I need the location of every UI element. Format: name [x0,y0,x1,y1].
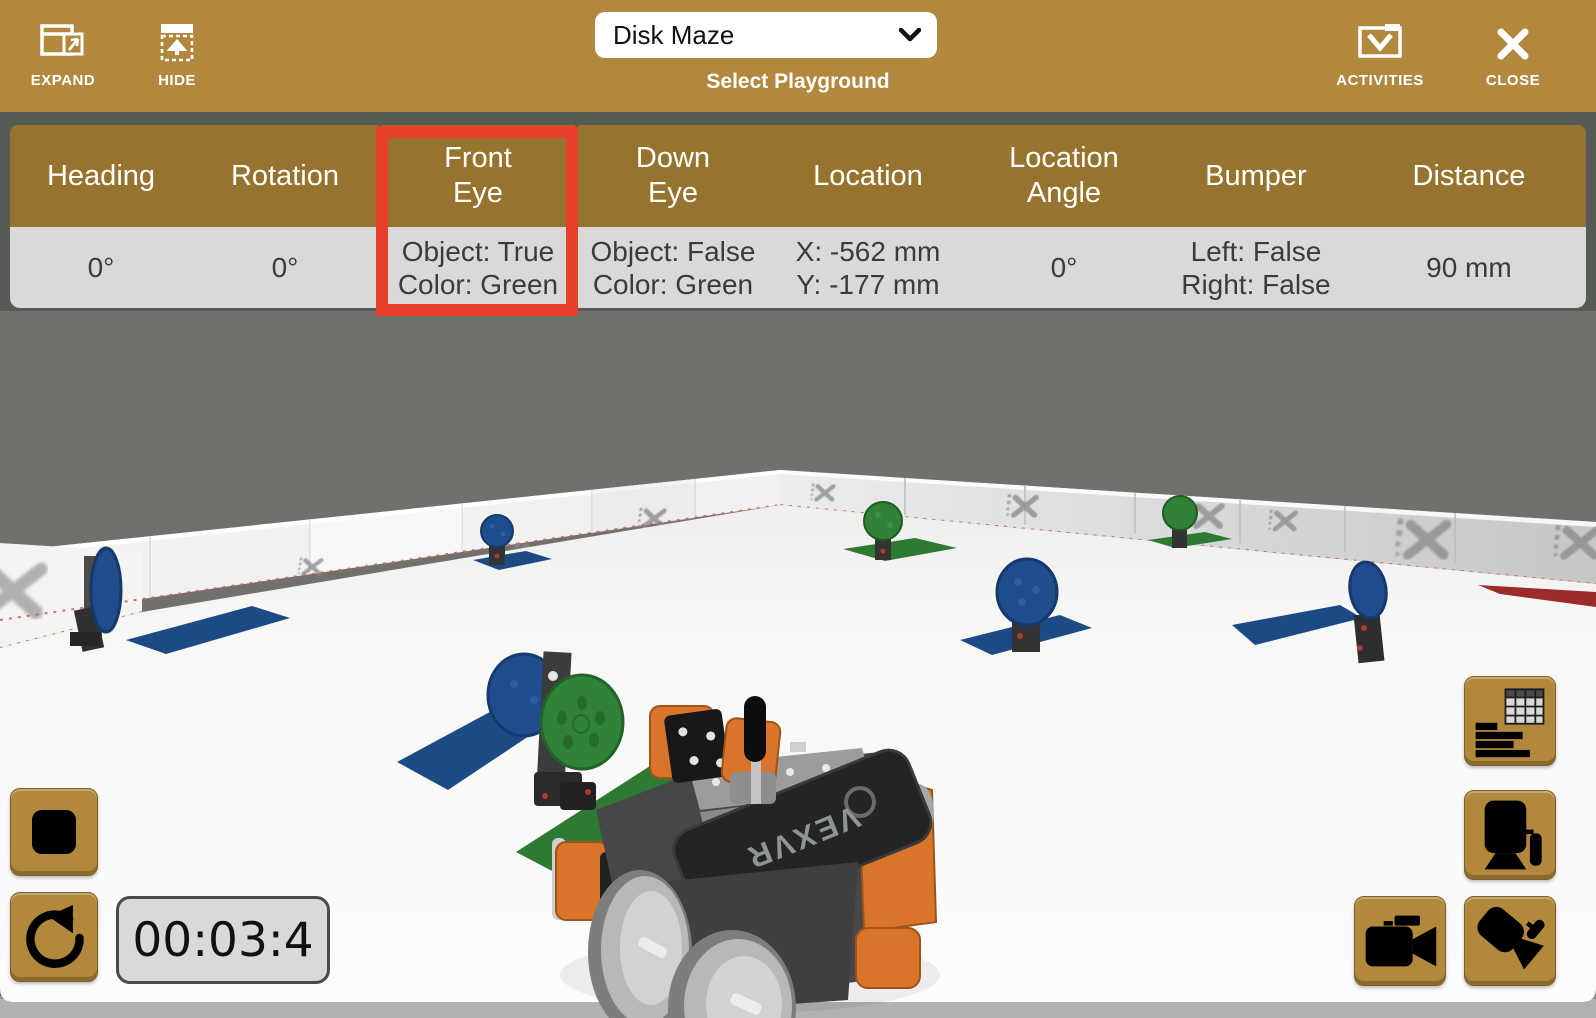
reset-counterclockwise-icon [20,903,88,971]
col-header-front-eye: Front Eye [378,125,578,227]
timer-display: 00:03:4 [116,896,330,984]
reset-button[interactable] [10,892,98,982]
video-camera-icon [1362,903,1438,979]
value-down-eye: Object: False Color: Green [578,227,768,308]
chevron-down-icon [899,28,921,42]
expand-window-icon [40,14,86,62]
stop-square-icon [28,806,80,858]
close-x-icon [1495,14,1531,62]
value-heading: 0° [10,227,192,308]
app-window: VEXVR [0,0,1596,1018]
col-header-heading: Heading [10,125,192,227]
sensor-dashboard: Heading Rotation Front Eye Down Eye Loca… [0,112,1596,311]
playground-selected-value: Disk Maze [613,20,899,51]
value-bumper: Left: False Right: False [1160,227,1352,308]
activities-label: ACTIVITIES [1336,72,1424,89]
close-button[interactable]: CLOSE [1474,14,1552,89]
value-location: X: -562 mm Y: -177 mm [768,227,968,308]
video-camera-button[interactable] [1354,896,1446,986]
top-toolbar: EXPAND HIDE Disk Maze Select Playground [0,0,1596,112]
col-header-rotation: Rotation [192,125,378,227]
robot-view-icon [1472,797,1548,873]
value-location-angle: 0° [968,227,1160,308]
playground-select[interactable]: Disk Maze [595,12,937,58]
col-header-distance: Distance [1352,125,1586,227]
tilted-camera-button[interactable] [1464,896,1556,986]
col-header-bumper: Bumper [1160,125,1352,227]
dashboard-table-icon [1472,683,1548,759]
col-header-location: Location [768,125,968,227]
close-label: CLOSE [1486,72,1540,89]
activities-button[interactable]: ACTIVITIES [1322,14,1438,89]
robot-view-button[interactable] [1464,790,1556,880]
sensor-table: Heading Rotation Front Eye Down Eye Loca… [10,125,1586,308]
tilted-camera-icon [1472,903,1548,979]
value-rotation: 0° [192,227,378,308]
dashboard-toggle-button[interactable] [1464,676,1556,766]
value-distance: 90 mm [1352,227,1586,308]
stop-button[interactable] [10,788,98,876]
hide-window-icon [159,14,195,62]
activities-folder-icon [1357,14,1403,62]
value-front-eye: Object: True Color: Green [378,227,578,308]
col-header-location-angle: Location Angle [968,125,1160,227]
col-header-down-eye: Down Eye [578,125,768,227]
